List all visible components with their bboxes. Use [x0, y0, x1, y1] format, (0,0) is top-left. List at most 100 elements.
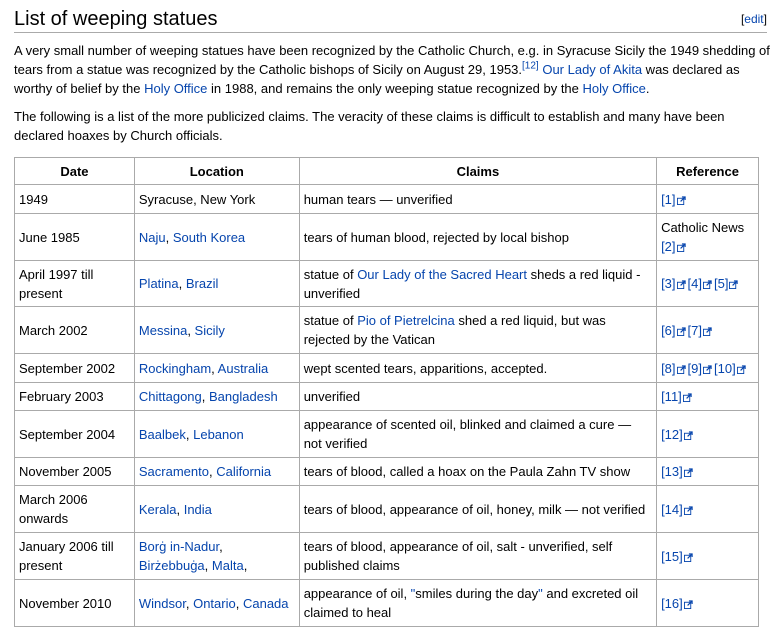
cell-claims: unverified [298, 382, 658, 411]
external-link-icon [682, 388, 692, 402]
wiki-link[interactable]: Kerala [139, 502, 177, 517]
reference-link[interactable]: [14] [661, 502, 683, 517]
wiki-link[interactable]: Ontario [193, 596, 236, 611]
text: March 2002 [19, 322, 88, 338]
cell-refs: [8] [9] [10] [656, 353, 759, 383]
cell-refs: [16] [656, 579, 759, 627]
reference-link[interactable]: [8] [661, 361, 675, 376]
text: tears of human blood, rejected by local … [303, 229, 569, 245]
wiki-link[interactable]: Baalbek [139, 427, 186, 442]
external-link-icon [729, 275, 739, 289]
text: . [645, 81, 650, 96]
text: , [185, 595, 194, 611]
text: tears of blood, appearance of oil, honey… [303, 501, 646, 517]
text: September 2002 [19, 360, 116, 376]
external-link-icon [703, 360, 712, 374]
cell-date: November 2010 [14, 579, 135, 627]
wiki-link[interactable]: Sacramento [139, 464, 209, 479]
wiki-link[interactable]: South Korea [173, 230, 245, 245]
wiki-link[interactable]: Windsor [139, 596, 186, 611]
reference-link[interactable]: [5] [714, 276, 728, 291]
reference-link[interactable]: [4] [688, 276, 702, 291]
reference-link[interactable]: [9] [688, 361, 702, 376]
external-link-icon [703, 275, 712, 289]
text: statue of [303, 313, 358, 328]
wiki-link[interactable]: Borġ in-Nadur [139, 539, 219, 554]
reference-link[interactable]: [3] [661, 276, 675, 291]
reference-link[interactable]: [12] [661, 427, 683, 442]
text: wept scented tears, apparitions, accepte… [303, 360, 548, 376]
cell-date: September 2002 [14, 353, 135, 383]
wiki-link[interactable]: Chittagong [139, 389, 202, 404]
table-row: February 2003 Chittagong, Bangladesh unver… [14, 382, 759, 411]
reference-link[interactable]: [13] [661, 464, 683, 479]
reference-link[interactable]: [15] [661, 549, 683, 564]
wiki-link[interactable]: Lebanon [193, 427, 244, 442]
wiki-link[interactable]: Australia [218, 361, 269, 376]
wiki-link[interactable]: Our Lady of Akita [542, 62, 642, 77]
wiki-link[interactable]: Canada [243, 596, 289, 611]
cell-location: Baalbek, Lebanon [133, 410, 300, 458]
header-reference: Reference [656, 157, 759, 185]
external-link-icon [683, 595, 693, 609]
wiki-link[interactable]: Pio of Pietrelcina [357, 313, 455, 328]
cell-refs: [13] [656, 457, 759, 486]
external-link-icon [676, 238, 686, 252]
reference-link[interactable]: [10] [714, 361, 736, 376]
text: , [219, 539, 223, 554]
external-link-icon [683, 548, 693, 562]
wiki-link[interactable]: Holy Office [144, 81, 207, 96]
cell-claims: tears of blood, appearance of oil, honey… [298, 485, 658, 533]
wiki-link[interactable]: Our Lady of the Sacred Heart [357, 267, 527, 282]
cell-refs: [6] [7] [656, 306, 759, 354]
wiki-link[interactable]: Birżebbuġa [139, 558, 205, 573]
text: smiles during the day [415, 586, 539, 601]
cell-refs: [12] [656, 410, 759, 458]
cell-location: Messina, Sicily [133, 306, 300, 354]
text: , [235, 595, 243, 611]
wiki-link[interactable]: Naju [139, 230, 166, 245]
reference-link[interactable]: [6] [661, 323, 675, 338]
wiki-link[interactable]: India [184, 502, 212, 517]
reference-link[interactable]: [1] [661, 192, 675, 207]
wiki-link[interactable]: Brazil [186, 276, 219, 291]
cell-location: Borġ in-Nadur, Birżebbuġa, Malta, [133, 532, 300, 580]
text: November 2010 [19, 595, 112, 611]
text: June 1985 [19, 229, 80, 245]
cell-claims: wept scented tears, apparitions, accepte… [298, 353, 658, 383]
cell-date: 1949 [14, 184, 135, 214]
table-row: March 2002 Messina, Sicily statue of Pio o… [14, 306, 759, 354]
cell-refs: Catholic News [2] [656, 213, 759, 261]
reference-link[interactable]: [2] [661, 239, 675, 254]
cell-claims: tears of blood, called a hoax on the Pau… [298, 457, 658, 486]
external-link-icon [683, 463, 693, 477]
wiki-link[interactable]: Holy Office [583, 81, 646, 96]
cell-location: Naju, South Korea [133, 213, 300, 261]
header-date: Date [14, 157, 135, 185]
wiki-link[interactable]: California [216, 464, 271, 479]
text: , [187, 322, 195, 338]
wiki-link[interactable]: Malta [212, 558, 244, 573]
wiki-link[interactable]: Platina [139, 276, 179, 291]
reference-link[interactable]: [7] [688, 323, 702, 338]
text: Syracuse, New York [138, 191, 256, 207]
cell-location: Windsor, Ontario, Canada [133, 579, 300, 627]
cell-location: Chittagong, Bangladesh [133, 382, 300, 411]
text: Catholic News [661, 220, 745, 235]
table-row: March 2006 onwards Kerala, India tears of … [14, 485, 759, 533]
external-link-icon [676, 191, 686, 205]
reference-link[interactable]: [16] [661, 596, 683, 611]
citation: [12] [522, 61, 539, 72]
cell-location: Kerala, India [133, 485, 300, 533]
text: tears of blood, called a hoax on the Pau… [303, 464, 631, 479]
reference-link[interactable]: [11] [661, 389, 682, 404]
edit-link[interactable]: edit [744, 12, 763, 26]
header-claims: Claims [298, 157, 658, 185]
wiki-link[interactable]: Sicily [195, 323, 225, 338]
wiki-link[interactable]: Bangladesh [209, 389, 278, 404]
wiki-link[interactable]: Messina [139, 323, 187, 338]
text: appearance of oil, [303, 586, 411, 601]
table-header-row: Date Location Claims Reference [14, 157, 759, 185]
citation-link[interactable]: [12] [522, 61, 539, 72]
wiki-link[interactable]: Rockingham [139, 361, 211, 376]
